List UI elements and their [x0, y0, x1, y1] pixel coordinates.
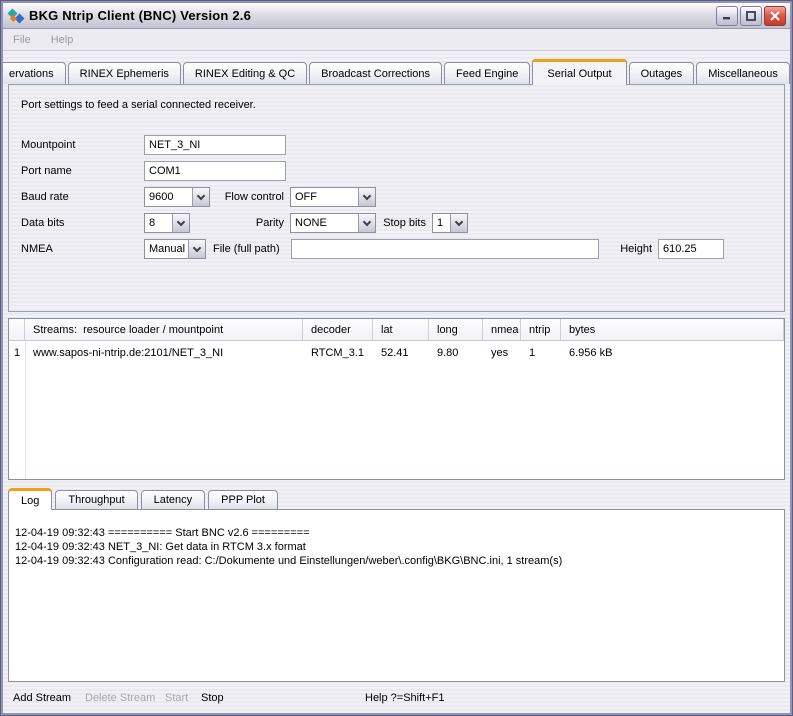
- col-decoder: decoder: [303, 319, 373, 341]
- stop-bits-select[interactable]: 1: [432, 213, 468, 233]
- baud-rate-label: Baud rate: [21, 187, 69, 207]
- cell-decoder: RTCM_3.1: [303, 341, 373, 365]
- cell-long: 9.80: [429, 341, 483, 365]
- window-title: BKG Ntrip Client (BNC) Version 2.6: [29, 8, 251, 23]
- tab-rinex-ephemeris[interactable]: RINEX Ephemeris: [68, 62, 181, 84]
- close-button[interactable]: [764, 6, 786, 26]
- cell-lat: 52.41: [373, 341, 429, 365]
- maximize-button[interactable]: [740, 6, 762, 26]
- col-lat: lat: [373, 319, 429, 341]
- minimize-icon: [722, 11, 732, 20]
- mountpoint-input[interactable]: [144, 135, 286, 155]
- cell-nmea: yes: [483, 341, 521, 365]
- maximize-icon: [746, 11, 756, 21]
- col-ntrip: ntrip: [521, 319, 561, 341]
- parity-select[interactable]: NONE: [290, 213, 376, 233]
- minimize-button[interactable]: [716, 6, 738, 26]
- col-mountpoint: Streams: resource loader / mountpoint: [25, 319, 303, 341]
- port-name-input[interactable]: [144, 161, 286, 181]
- stop-bits-label: Stop bits: [374, 213, 426, 233]
- tab-serial-output[interactable]: Serial Output: [532, 59, 626, 85]
- table-row[interactable]: 1 www.sapos-ni-ntrip.de:2101/NET_3_NI RT…: [9, 341, 784, 365]
- col-long: long: [429, 319, 483, 341]
- app-window: BKG Ntrip Client (BNC) Version 2.6 File …: [0, 0, 793, 716]
- log-line: 12-04-19 09:32:43 ========== Start BNC v…: [15, 526, 778, 540]
- height-input[interactable]: [658, 239, 724, 259]
- tab-ppp-plot[interactable]: PPP Plot: [208, 490, 278, 509]
- app-icon: [7, 7, 25, 25]
- tab-outages[interactable]: Outages: [629, 62, 695, 84]
- port-name-label: Port name: [21, 161, 72, 181]
- main-tab-bar: ervations RINEX Ephemeris RINEX Editing …: [3, 58, 785, 84]
- menu-bar: File Help: [3, 29, 790, 51]
- row-number-header: [9, 319, 25, 341]
- data-bits-label: Data bits: [21, 213, 64, 233]
- streams-table: Streams: resource loader / mountpoint de…: [8, 318, 785, 480]
- tab-miscellaneous[interactable]: Miscellaneous: [696, 62, 790, 84]
- tab-rinex-editing-qc[interactable]: RINEX Editing & QC: [183, 62, 307, 84]
- col-bytes: bytes: [561, 319, 784, 341]
- tab-throughput[interactable]: Throughput: [55, 490, 137, 509]
- serial-output-panel: Port settings to feed a serial connected…: [8, 84, 785, 312]
- stop-bits-value: 1: [433, 217, 450, 229]
- nmea-select[interactable]: Manual: [144, 239, 206, 259]
- panel-description: Port settings to feed a serial connected…: [21, 99, 256, 111]
- tab-broadcast-corrections[interactable]: Broadcast Corrections: [309, 62, 442, 84]
- bottom-tab-bar: Log Throughput Latency PPP Plot: [8, 487, 785, 509]
- delete-stream-button[interactable]: Delete Stream: [85, 692, 155, 704]
- close-icon: [770, 11, 780, 21]
- nmea-label: NMEA: [21, 239, 53, 259]
- help-shortcut-button[interactable]: Help ?=Shift+F1: [365, 692, 445, 704]
- log-line: 12-04-19 09:32:43 Configuration read: C:…: [15, 554, 778, 568]
- start-button[interactable]: Start: [165, 692, 188, 704]
- tab-latency[interactable]: Latency: [141, 490, 206, 509]
- col-nmea: nmea: [483, 319, 521, 341]
- chevron-down-icon[interactable]: [172, 214, 189, 232]
- cell-mountpoint: www.sapos-ni-ntrip.de:2101/NET_3_NI: [25, 341, 303, 365]
- mountpoint-label: Mountpoint: [21, 135, 75, 155]
- log-line: 12-04-19 09:32:43 NET_3_NI: Get data in …: [15, 540, 778, 554]
- file-path-input[interactable]: [291, 239, 599, 259]
- row-header-divider: [25, 341, 26, 479]
- streams-table-header: Streams: resource loader / mountpoint de…: [9, 319, 784, 341]
- add-stream-button[interactable]: Add Stream: [13, 692, 71, 704]
- chevron-down-icon[interactable]: [450, 214, 467, 232]
- menu-file[interactable]: File: [13, 34, 31, 46]
- cell-bytes: 6.956 kB: [561, 341, 784, 365]
- flow-control-label: Flow control: [179, 187, 284, 207]
- chevron-down-icon[interactable]: [358, 188, 375, 206]
- menu-help[interactable]: Help: [51, 34, 74, 46]
- action-bar: Add Stream Delete Stream Start Stop Help…: [8, 682, 785, 713]
- client-area: ervations RINEX Ephemeris RINEX Editing …: [3, 51, 790, 713]
- chevron-down-icon[interactable]: [188, 240, 205, 258]
- row-number: 1: [9, 341, 25, 365]
- parity-label: Parity: [209, 213, 284, 233]
- nmea-value: Manual: [145, 243, 188, 255]
- stop-button[interactable]: Stop: [201, 692, 224, 704]
- chevron-down-icon[interactable]: [358, 214, 375, 232]
- data-bits-value: 8: [145, 217, 172, 229]
- height-label: Height: [614, 239, 652, 259]
- title-bar: BKG Ntrip Client (BNC) Version 2.6: [3, 3, 790, 29]
- cell-ntrip: 1: [521, 341, 561, 365]
- data-bits-select[interactable]: 8: [144, 213, 190, 233]
- file-path-label: File (full path): [213, 239, 289, 259]
- tab-observations[interactable]: ervations: [3, 62, 66, 84]
- flow-control-value: OFF: [291, 191, 358, 203]
- parity-value: NONE: [291, 217, 358, 229]
- tab-feed-engine[interactable]: Feed Engine: [444, 62, 530, 84]
- flow-control-select[interactable]: OFF: [290, 187, 376, 207]
- tab-log[interactable]: Log: [8, 488, 52, 510]
- log-output[interactable]: 12-04-19 09:32:43 ========== Start BNC v…: [8, 509, 785, 682]
